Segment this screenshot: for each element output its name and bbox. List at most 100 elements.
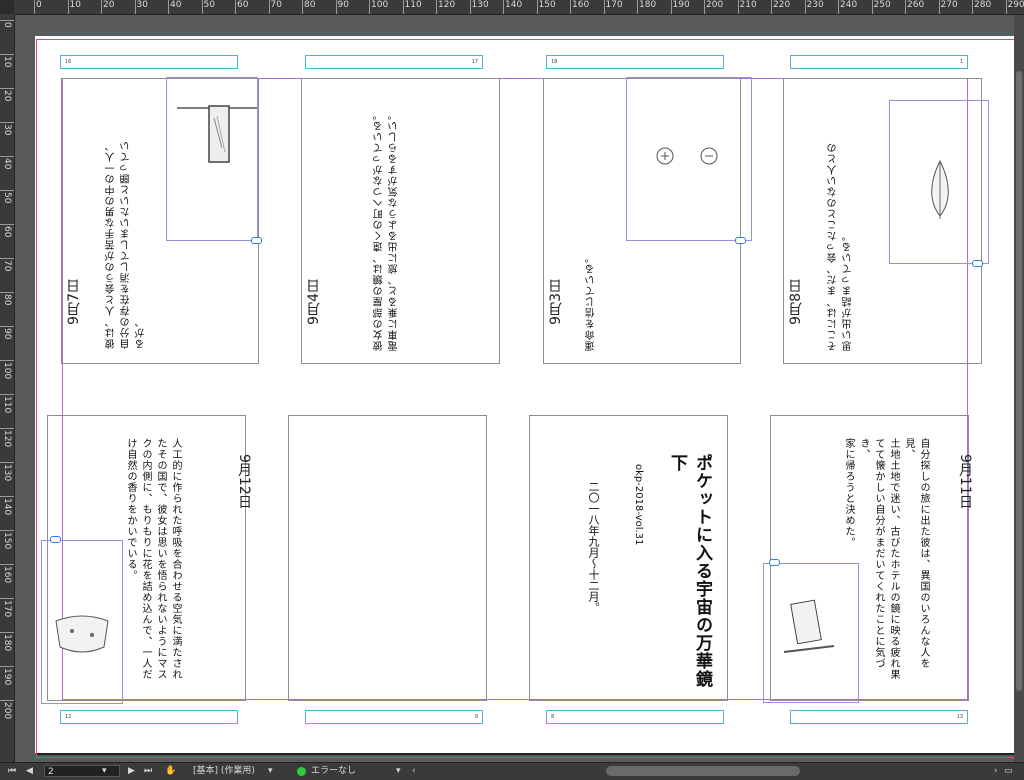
scroll-thumb[interactable] (1016, 71, 1022, 691)
ruler-tick (0, 530, 14, 531)
footer-frame-1[interactable]: 12 (60, 710, 238, 724)
ruler-label: 190 (673, 1, 690, 10)
ruler-label: 260 (907, 1, 924, 10)
ruler-tick (637, 0, 638, 14)
image-frame-mirror-2[interactable] (763, 563, 859, 703)
ruler-label: 70 (2, 260, 11, 271)
link-icon[interactable] (50, 536, 61, 543)
header-number: 18 (551, 59, 557, 65)
feather-illustration (890, 101, 990, 265)
ruler-label: 150 (2, 532, 11, 549)
page-4-date: 9月8日 (786, 279, 806, 325)
ruler-label: 160 (2, 566, 11, 583)
ruler-tick (168, 0, 169, 14)
ruler-tick (805, 0, 806, 14)
ruler-label: 80 (304, 1, 315, 10)
preflight-status[interactable]: エラーなし (311, 766, 356, 777)
image-frame-mask[interactable] (41, 540, 123, 704)
ruler-tick (403, 0, 404, 14)
link-icon[interactable] (769, 559, 780, 566)
image-frame-buttons[interactable] (626, 77, 752, 241)
footer-frame-2[interactable]: 9 (305, 710, 483, 724)
horizontal-scrollbar[interactable] (606, 766, 800, 776)
ruler-label: 100 (371, 1, 388, 10)
preflight-dropdown-icon[interactable]: ▾ (396, 766, 401, 777)
ruler-label: 0 (2, 22, 11, 28)
ruler-tick (972, 0, 973, 14)
ruler-tick (0, 258, 14, 259)
vertical-ruler[interactable]: 0102030405060708090100110120130140150160… (0, 14, 15, 762)
ruler-tick (0, 292, 14, 293)
ruler-label: 240 (840, 1, 857, 10)
footer-frame-4[interactable]: 13 (790, 710, 968, 724)
link-icon[interactable] (251, 237, 262, 244)
scroll-left-icon[interactable]: ‹ (412, 766, 416, 777)
footer-frame-3[interactable]: 8 (546, 710, 724, 724)
ruler-tick (101, 0, 102, 14)
ruler-tick (838, 0, 839, 14)
header-frame-1[interactable]: 16 (60, 55, 238, 69)
image-frame-feather[interactable] (889, 100, 989, 264)
master-dropdown-icon[interactable]: ▾ (268, 766, 273, 777)
ruler-tick (336, 0, 337, 14)
book-title: ポケットに入る宇宙の万華鏡 下 (665, 454, 715, 700)
footer-number: 12 (65, 714, 71, 720)
ruler-label: 10 (2, 56, 11, 67)
ruler-tick (0, 54, 14, 55)
ruler-label: 180 (639, 1, 656, 10)
ruler-tick (503, 0, 504, 14)
ruler-label: 210 (740, 1, 757, 10)
book-subtitle: okp-2018-vol.31 (633, 464, 644, 545)
page-dropdown-icon[interactable]: ▾ (102, 766, 107, 777)
header-frame-3[interactable]: 18 (546, 55, 724, 69)
header-frame-4[interactable]: 1 (790, 55, 968, 69)
ruler-label: 220 (773, 1, 790, 10)
text-frame-page-6[interactable] (288, 415, 487, 701)
ruler-label: 200 (2, 702, 11, 719)
text-frame-page-7[interactable]: ポケットに入る宇宙の万華鏡 下 okp-2018-vol.31 二〇一八年九月〜… (529, 415, 728, 701)
image-frame-mirror[interactable] (166, 77, 258, 241)
page-4-body: そこには、まだ、会ったことのない人との思い出が詰まっている。 (826, 101, 856, 351)
ruler-label: 140 (505, 1, 522, 10)
prev-page-icon[interactable]: ◀ (26, 766, 33, 777)
ruler-label: 170 (2, 600, 11, 617)
page-1-body: 彼は、人と会うのが苦手な男の中の一人、自分の存在を消してしまいたいと願っているが… (104, 99, 149, 349)
vertical-scrollbar[interactable] (1014, 15, 1024, 762)
ruler-label: 180 (2, 634, 11, 651)
ruler-tick (0, 496, 14, 497)
text-frame-page-2[interactable]: 彼女の部屋の鏡は、遠くの町へつながっている。電車に乗ると、旅に出るような気がする… (301, 78, 500, 364)
ruler-label: 30 (2, 124, 11, 135)
link-icon[interactable] (972, 260, 983, 267)
document-canvas[interactable]: 16 17 18 1 12 9 8 13 彼は、人と会うのが苦手な男の中の一人、… (15, 15, 1024, 763)
ruler-tick (269, 0, 270, 14)
header-number: 17 (472, 59, 478, 65)
ruler-tick (704, 0, 705, 14)
status-bar: ⏮ ◀ 2 ▾ ▶ ⏭ ✋ [基本] (作業用) ▾ エラーなし ▾ ‹ › ▭ (0, 762, 1024, 780)
ruler-label: 120 (438, 1, 455, 10)
status-ok-icon (297, 767, 306, 776)
ruler-label: 270 (941, 1, 958, 10)
last-page-icon[interactable]: ⏭ (144, 766, 152, 777)
view-toggle-icon[interactable]: ▭ (1004, 766, 1013, 777)
page-3-body: 運命を信じている。 (584, 101, 599, 351)
link-icon[interactable] (735, 237, 746, 244)
header-number: 1 (960, 59, 963, 65)
page-number-input[interactable]: 2 (44, 765, 120, 777)
footer-number: 9 (475, 714, 478, 720)
ruler-label: 70 (271, 1, 282, 10)
header-frame-2[interactable]: 17 (305, 55, 483, 69)
horizontal-ruler[interactable]: 0102030405060708090100110120130140150160… (0, 0, 1024, 15)
master-page-label[interactable]: [基本] (作業用) (193, 766, 255, 777)
ruler-tick (905, 0, 906, 14)
ruler-label: 130 (472, 1, 489, 10)
hand-tool-icon[interactable]: ✋ (165, 766, 176, 777)
ruler-label: 110 (405, 1, 422, 10)
scroll-right-icon[interactable]: › (994, 766, 998, 777)
ruler-origin[interactable] (0, 0, 14, 14)
mirror-illustration (167, 78, 259, 242)
next-page-icon[interactable]: ▶ (128, 766, 135, 777)
ruler-label: 20 (2, 90, 11, 101)
first-page-icon[interactable]: ⏮ (8, 766, 16, 777)
ruler-label: 150 (539, 1, 556, 10)
ruler-label: 140 (2, 498, 11, 515)
